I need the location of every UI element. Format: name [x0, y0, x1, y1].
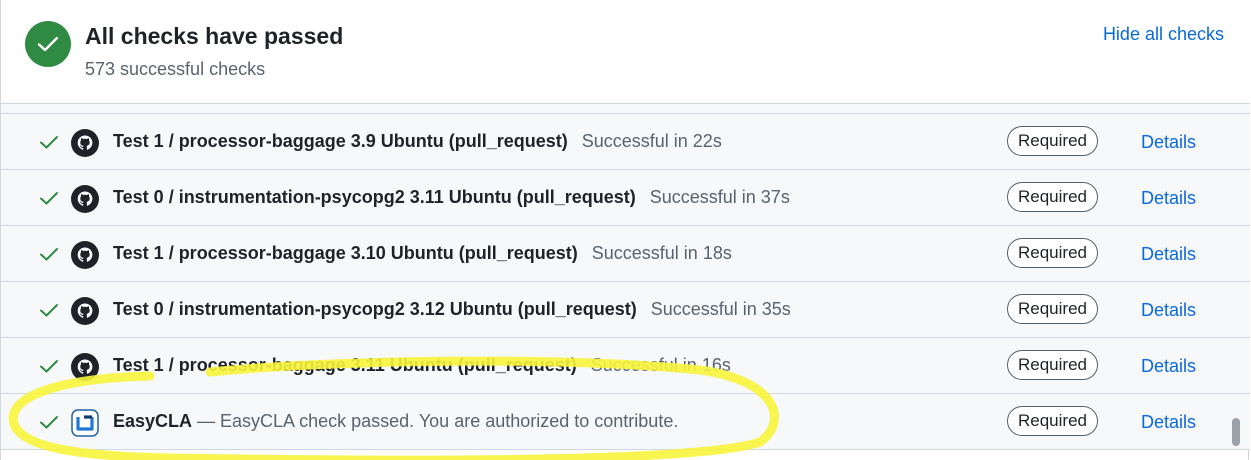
scrollbar-thumb[interactable]	[1232, 418, 1240, 446]
check-row: Test 0 / instrumentation-psycopg2 3.11 U…	[1, 170, 1250, 226]
hide-all-checks-link[interactable]: Hide all checks	[1103, 24, 1224, 45]
check-row: Test 1 / processor-baggage 3.9 Ubuntu (p…	[1, 114, 1250, 170]
check-name: Test 1 / processor-baggage 3.11 Ubuntu (…	[113, 355, 577, 375]
check-name: Test 0 / instrumentation-psycopg2 3.12 U…	[113, 299, 637, 319]
check-status: Successful in 35s	[650, 299, 791, 319]
check-status: Successful in 37s	[649, 187, 790, 207]
github-icon	[71, 241, 99, 269]
check-icon	[40, 416, 58, 429]
details-link[interactable]: Details	[1141, 300, 1196, 321]
check-circle-icon	[25, 21, 71, 67]
check-row: Test 1 / processor-baggage 3.11 Ubuntu (…	[1, 338, 1250, 394]
check-name: EasyCLA	[113, 411, 193, 431]
checks-summary-header: All checks have passed 573 successful ch…	[1, 0, 1250, 104]
required-badge: Required	[1007, 350, 1098, 380]
required-badge: Required	[1007, 294, 1098, 324]
check-name: Test 1 / processor-baggage 3.9 Ubuntu (p…	[113, 131, 568, 151]
check-name: Test 1 / processor-baggage 3.10 Ubuntu (…	[113, 243, 578, 263]
details-link[interactable]: Details	[1141, 188, 1196, 209]
check-icon	[40, 192, 58, 205]
check-row: Test 0 / instrumentation-psycopg2 3.12 U…	[1, 282, 1250, 338]
check-icon	[40, 304, 58, 317]
github-icon	[71, 353, 99, 381]
check-status: Successful in 18s	[591, 243, 732, 263]
github-icon	[71, 185, 99, 213]
required-badge: Required	[1007, 182, 1098, 212]
required-badge: Required	[1007, 126, 1098, 156]
details-link[interactable]: Details	[1141, 132, 1196, 153]
summary-title: All checks have passed	[85, 23, 344, 49]
check-icon	[40, 248, 58, 261]
details-link[interactable]: Details	[1141, 356, 1196, 377]
check-icon	[40, 360, 58, 373]
details-link[interactable]: Details	[1141, 244, 1196, 265]
easycla-icon	[71, 409, 99, 437]
check-row: EasyCLA — EasyCLA check passed. You are …	[1, 394, 1250, 450]
summary-count: 573 successful checks	[85, 59, 266, 79]
details-link[interactable]: Details	[1141, 412, 1196, 433]
check-status: — EasyCLA check passed. You are authoriz…	[192, 411, 679, 431]
list-divider	[1, 104, 1250, 114]
check-row: Test 1 / processor-baggage 3.10 Ubuntu (…	[1, 226, 1250, 282]
checks-list: Test 1 / processor-baggage 3.9 Ubuntu (p…	[1, 114, 1250, 450]
scrollbar[interactable]	[1232, 114, 1244, 460]
checks-panel: All checks have passed 573 successful ch…	[0, 0, 1250, 460]
github-icon	[71, 297, 99, 325]
check-status: Successful in 16s	[590, 355, 731, 375]
check-name: Test 0 / instrumentation-psycopg2 3.11 U…	[113, 187, 636, 207]
check-icon	[40, 136, 58, 149]
github-icon	[71, 129, 99, 157]
required-badge: Required	[1007, 406, 1098, 436]
required-badge: Required	[1007, 238, 1098, 268]
check-status: Successful in 22s	[581, 131, 722, 151]
